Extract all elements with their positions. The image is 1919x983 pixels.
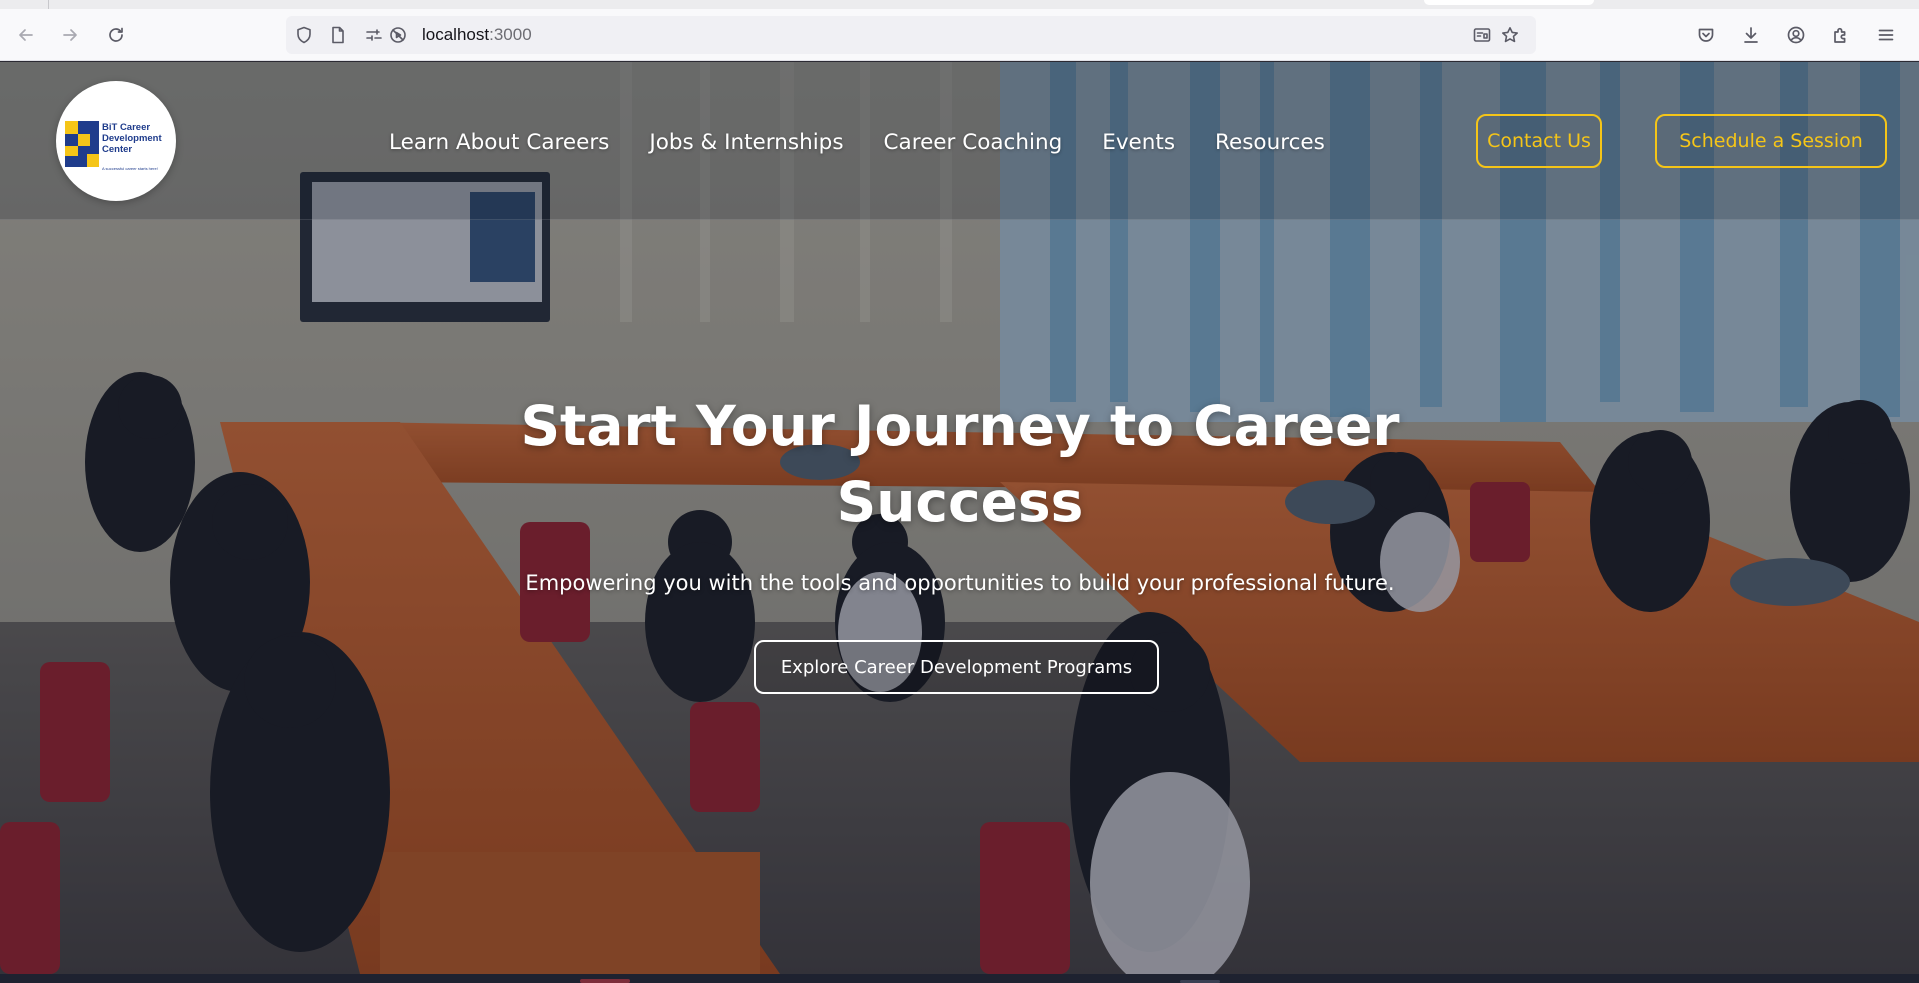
extensions-button[interactable] [1825, 19, 1857, 51]
reload-button[interactable] [100, 19, 132, 51]
tab-separator [48, 0, 49, 9]
hero-subtitle: Empowering you with the tools and opport… [525, 571, 1395, 595]
bottom-edge-mark [580, 979, 630, 983]
reload-icon [109, 27, 123, 42]
autoplay-blocked-icon[interactable] [388, 25, 408, 45]
url-text[interactable]: localhost:3000 [422, 25, 532, 45]
forward-button[interactable] [54, 19, 86, 51]
menu-button[interactable] [1870, 19, 1902, 51]
downloads-button[interactable] [1735, 19, 1767, 51]
tab-strip [0, 0, 1919, 9]
shield-icon[interactable] [294, 25, 314, 45]
back-button[interactable] [10, 19, 42, 51]
active-tab-edge[interactable] [1424, 0, 1594, 5]
account-icon [1787, 26, 1805, 44]
pocket-button[interactable] [1690, 19, 1722, 51]
url-host: localhost [422, 25, 490, 44]
download-icon [1744, 27, 1758, 43]
hero-title: Start Your Journey to Career Success [520, 394, 1400, 534]
url-port: :3000 [489, 25, 532, 44]
explore-programs-button[interactable]: Explore Career Development Programs [754, 640, 1159, 694]
reader-view-icon[interactable] [1472, 25, 1492, 45]
hamburger-menu-icon [1878, 29, 1894, 41]
pocket-icon [1698, 28, 1714, 42]
puzzle-icon [1834, 27, 1846, 43]
arrow-right-icon [63, 29, 77, 41]
page-icon[interactable] [328, 25, 348, 45]
arrow-left-icon [19, 29, 33, 41]
bottom-edge [0, 974, 1919, 983]
star-icon[interactable] [1500, 25, 1520, 45]
hero-section: Start Your Journey to Career Success Emp… [0, 62, 1919, 974]
permissions-icon[interactable] [364, 25, 384, 45]
page-viewport: BiT Career Development Center A successf… [0, 62, 1919, 974]
account-button[interactable] [1780, 19, 1812, 51]
url-bar[interactable]: localhost:3000 [286, 16, 1536, 54]
browser-toolbar: localhost:3000 [0, 9, 1919, 61]
